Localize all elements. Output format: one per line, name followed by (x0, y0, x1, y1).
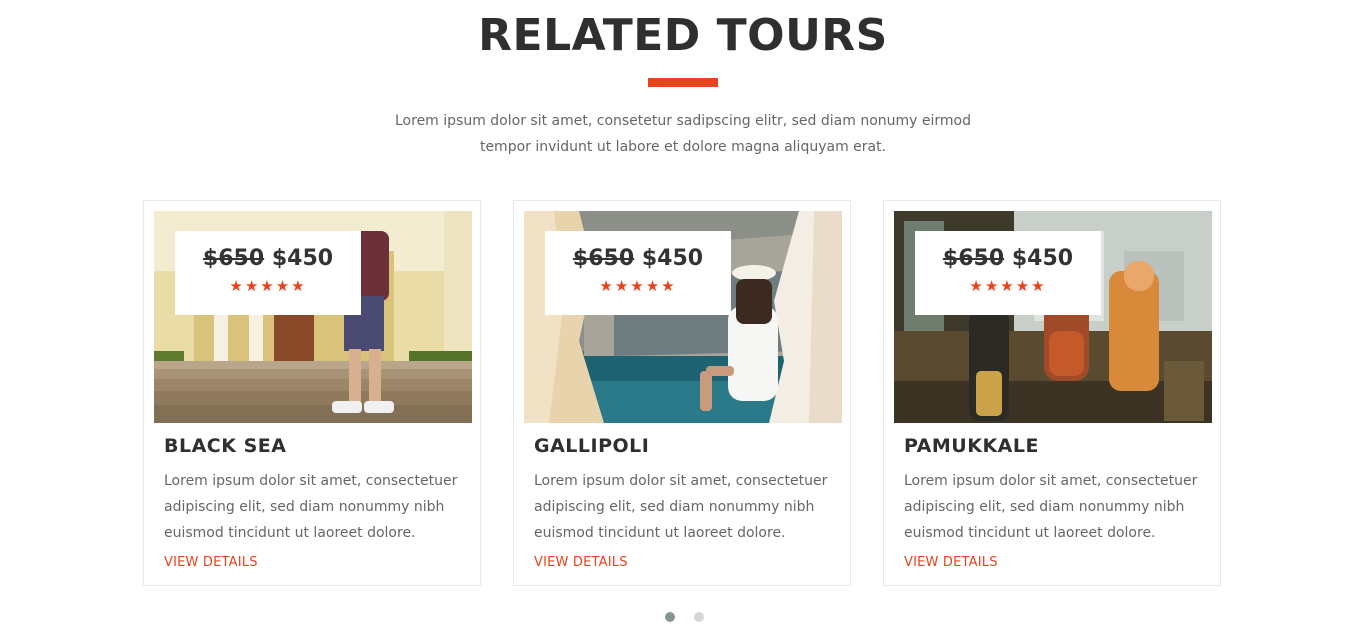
tour-title[interactable]: GALLIPOLI (534, 433, 649, 459)
tour-image-black-sea[interactable]: $650 $450 ★★★★★ (154, 211, 472, 423)
carousel-dot-2[interactable] (694, 612, 705, 622)
carousel-pagination (665, 612, 718, 622)
price-line: $650 $450 (915, 245, 1101, 273)
tour-card-black-sea[interactable]: $650 $450 ★★★★★ BLACK SEA Lorem ipsum do… (143, 200, 481, 586)
star-rating: ★★★★★ (599, 277, 677, 295)
price-line: $650 $450 (175, 245, 361, 273)
section-title: RELATED TOURS (478, 10, 888, 61)
tour-card-gallipoli[interactable]: $650 $450 ★★★★★ GALLIPOLI Lorem ipsum do… (513, 200, 851, 586)
price-box: $650 $450 ★★★★★ (545, 231, 731, 315)
tour-image-pamukkale[interactable]: $650 $450 ★★★★★ (894, 211, 1212, 423)
old-price: $650 (942, 246, 1005, 271)
view-details-link[interactable]: VIEW DETAILS (534, 554, 628, 572)
star-rating: ★★★★★ (229, 277, 307, 295)
new-price: $450 (641, 246, 704, 271)
title-underline (648, 78, 718, 87)
section-intro: Lorem ipsum dolor sit amet, consetetur s… (395, 113, 971, 155)
view-details-link[interactable]: VIEW DETAILS (904, 554, 998, 572)
new-price: $450 (271, 246, 334, 271)
tour-card-pamukkale[interactable]: $650 $450 ★★★★★ PAMUKKALE Lorem ipsum do… (883, 200, 1221, 586)
old-price: $650 (202, 246, 265, 271)
tour-title[interactable]: BLACK SEA (164, 433, 286, 459)
tour-description: Lorem ipsum dolor sit amet, consectetuer… (164, 473, 458, 541)
price-box: $650 $450 ★★★★★ (175, 231, 361, 315)
old-price: $650 (572, 246, 635, 271)
tour-description: Lorem ipsum dolor sit amet, consectetuer… (534, 473, 828, 541)
view-details-link[interactable]: VIEW DETAILS (164, 554, 258, 572)
tour-image-gallipoli[interactable]: $650 $450 ★★★★★ (524, 211, 842, 423)
new-price: $450 (1011, 246, 1074, 271)
price-box: $650 $450 ★★★★★ (915, 231, 1101, 315)
star-rating: ★★★★★ (969, 277, 1047, 295)
carousel-dot-1[interactable] (665, 612, 675, 622)
tour-title[interactable]: PAMUKKALE (904, 433, 1039, 459)
price-line: $650 $450 (545, 245, 731, 273)
tour-description: Lorem ipsum dolor sit amet, consectetuer… (904, 473, 1198, 541)
